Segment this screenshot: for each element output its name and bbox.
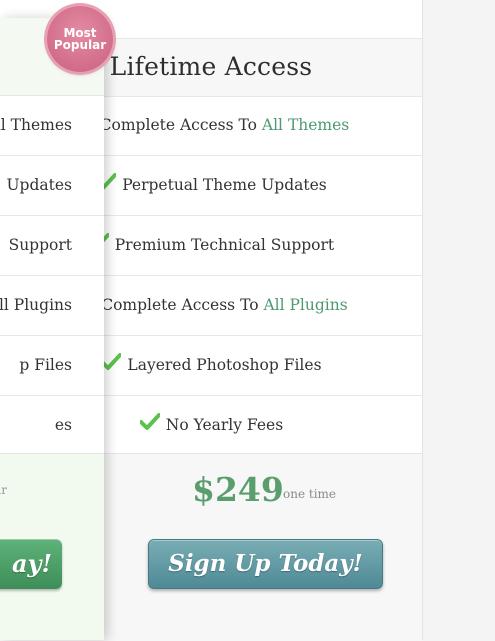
feature-row: All Plugins [0,276,104,336]
price-note: one time [283,487,337,501]
feature-accent-link[interactable]: All Plugins [263,296,347,314]
most-popular-badge: Most Popular [47,6,113,72]
pricing-column-popular: All Themes Updates Support All Plugins p… [0,18,104,640]
feature-accent-link[interactable]: All Plugins [0,276,72,335]
feature-text: Perpetual Theme Updates [122,176,327,194]
feature-text: Updates [6,176,72,194]
feature-row: Updates [0,156,104,216]
feature-text: Complete Access To [99,116,262,134]
price-note: ar [0,483,7,497]
badge-line-2: Popular [53,38,107,52]
feature-row: Support [0,216,104,276]
feature-row: All Themes [0,96,104,156]
checkmark-icon [138,397,161,455]
feature-text: Complete Access To [101,296,264,314]
sign-up-button[interactable]: ay! [0,539,62,589]
feature-accent-link[interactable]: All Themes [262,116,349,134]
feature-text: Support [8,236,72,254]
feature-text: p Files [19,356,72,374]
feature-text: Layered Photoshop Files [127,356,322,374]
feature-text: es [54,416,72,434]
feature-row: es [0,396,104,456]
sign-up-button[interactable]: Sign Up Today! [148,539,383,589]
feature-accent-link[interactable]: All Themes [0,96,72,155]
feature-text: Premium Technical Support [114,236,335,254]
feature-text: No Yearly Fees [165,416,284,434]
plan-price: $249 [192,470,284,509]
feature-row: p Files [0,336,104,396]
